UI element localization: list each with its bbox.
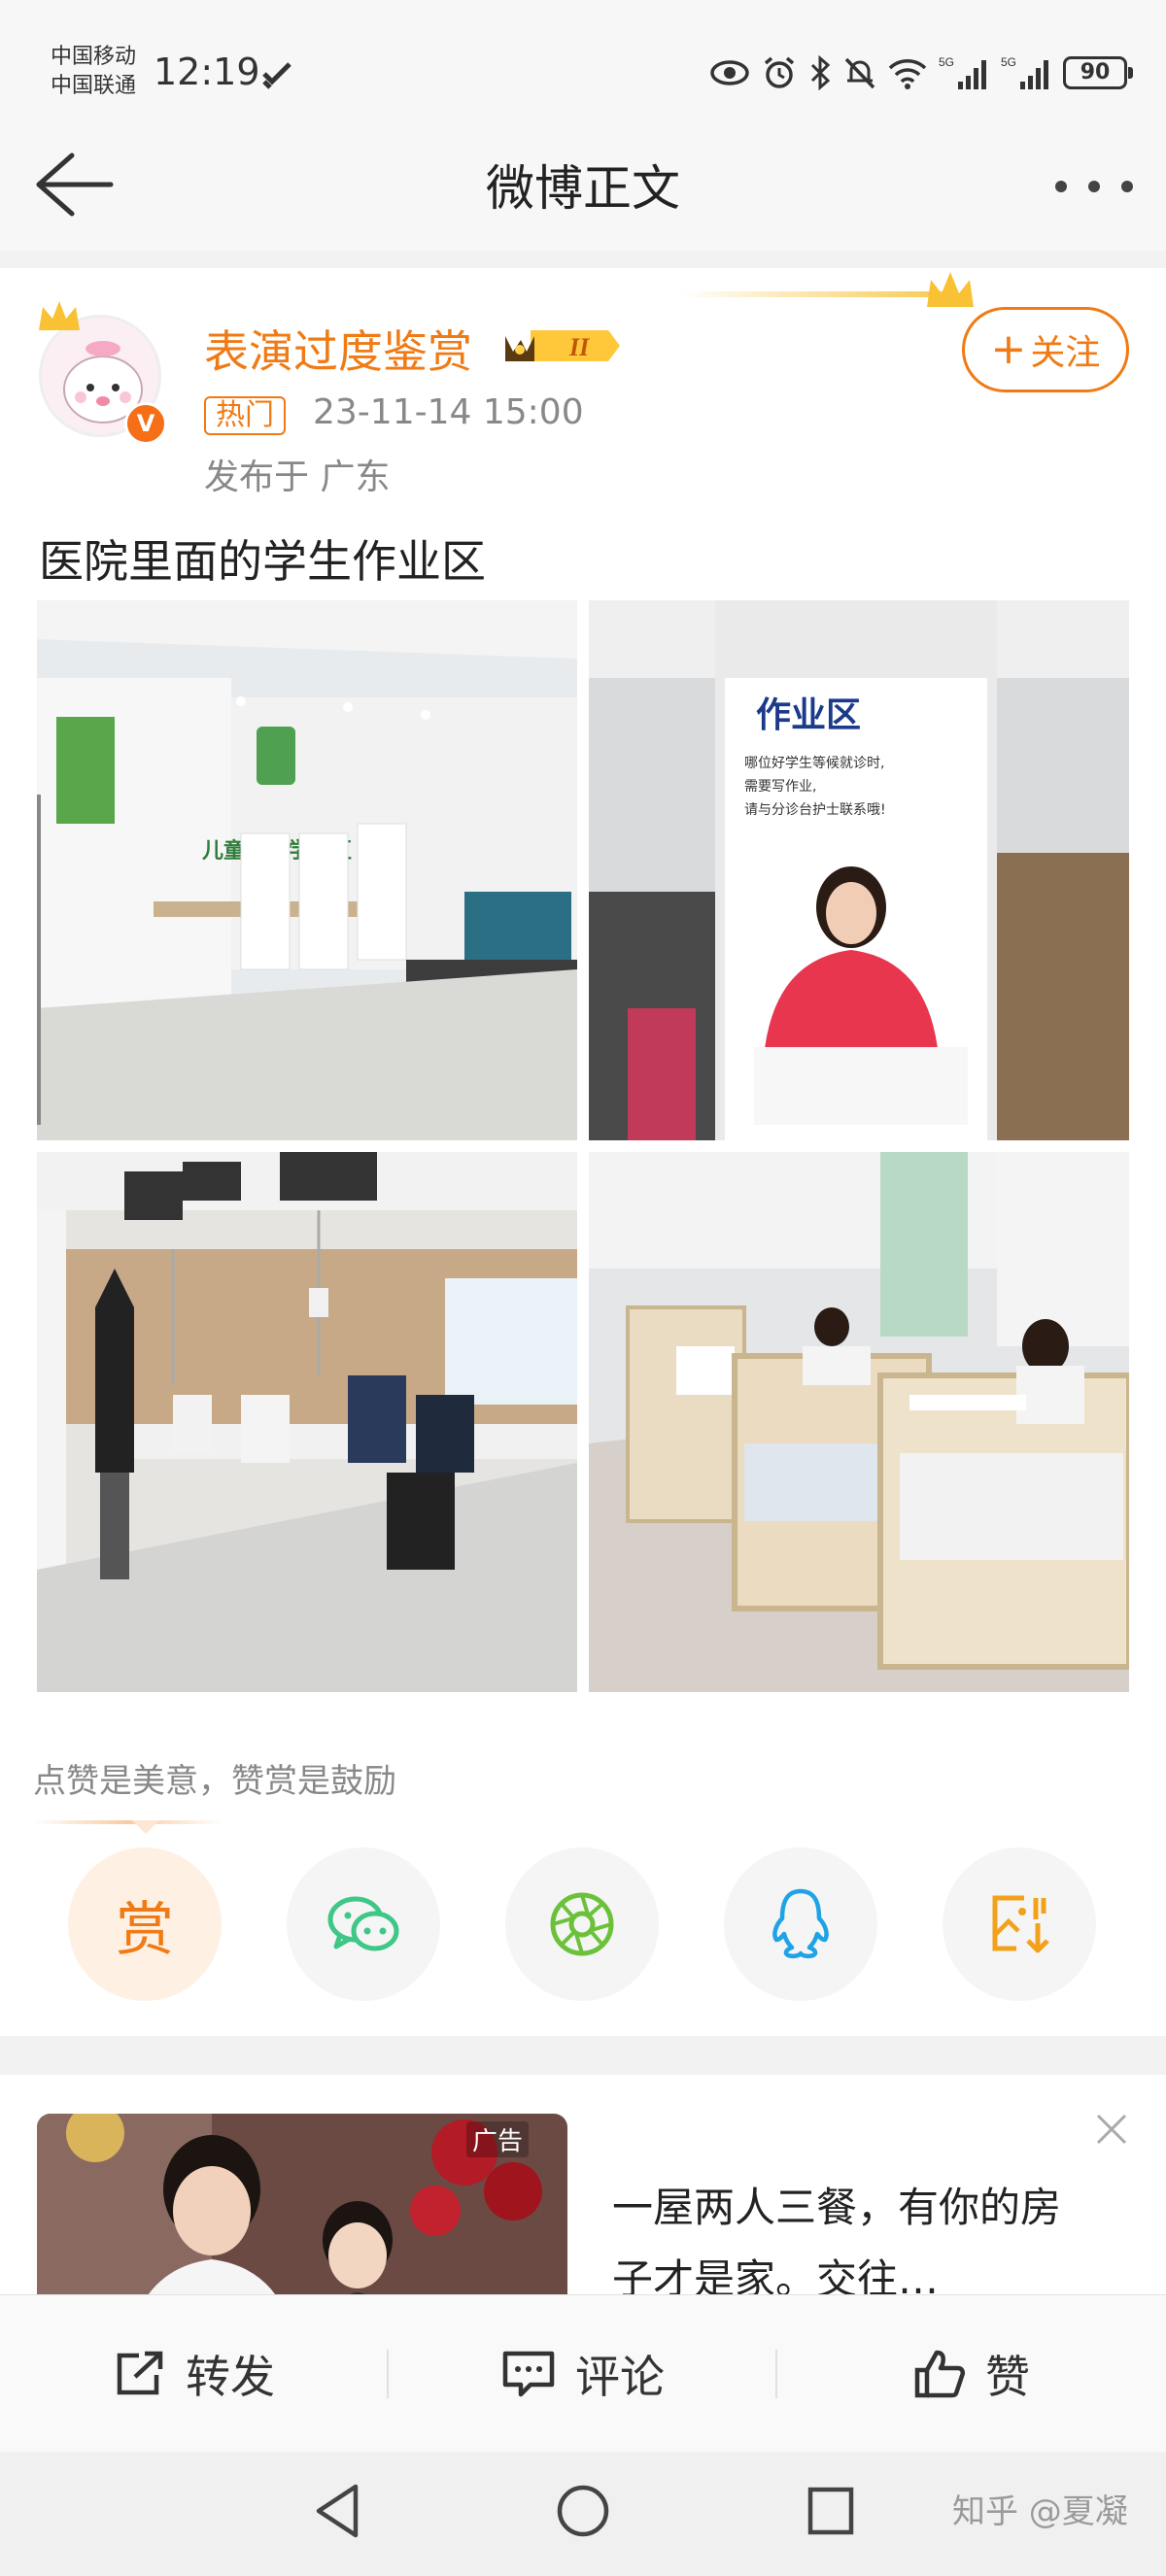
avatar[interactable]: V [35, 297, 171, 445]
username[interactable]: 表演过度鉴赏 [204, 317, 472, 381]
follow-button[interactable]: + 关注 [962, 307, 1129, 392]
repost-label: 转发 [186, 2351, 275, 2403]
encourage-pointer [132, 1820, 159, 1834]
mute-icon [844, 57, 875, 89]
page-title: 微博正文 [486, 160, 680, 217]
status-bar: 中国移动 中国联通 12:19 5G 5G 90 [0, 0, 1166, 146]
share-row: 赏 [68, 1847, 1098, 2003]
recents-square-icon[interactable] [805, 2481, 857, 2541]
comment-button[interactable]: 评论 [389, 2295, 777, 2453]
photo-grid: 儿童输液学习区 作业区 哪位好学生等候就 [37, 600, 1129, 1692]
status-icons: 5G 5G 90 [709, 54, 1133, 91]
post-photo[interactable] [589, 1152, 1129, 1692]
carrier-labels: 中国移动 中国联通 [51, 43, 136, 101]
carrier-1: 中国移动 [51, 45, 137, 69]
share-moments-button[interactable] [505, 1847, 659, 2001]
share-qq-button[interactable] [724, 1847, 877, 2001]
share-wechat-button[interactable] [287, 1847, 440, 2001]
post-photo[interactable]: 儿童输液学习区 [37, 600, 577, 1140]
encourage-underline [33, 1820, 223, 1824]
vip-badge-icon: II [505, 330, 620, 361]
plus-icon: + [990, 324, 1027, 374]
watermark: 知乎 @夏凝 [952, 2492, 1128, 2531]
crown-icon [39, 301, 80, 330]
post-text: 医院里面的学生作业区 [39, 535, 486, 588]
home-circle-icon[interactable] [556, 2481, 610, 2541]
post-location: 发布于 广东 [204, 458, 391, 497]
ad-card[interactable]: 广告 一屋两人三餐，有你的房子才是家。交往… [0, 2075, 1166, 2318]
post-photo[interactable]: 作业区 哪位好学生等候就诊时, 需要写作业, 请与分诊台护士联系哦! [589, 600, 1129, 1140]
vip-level: II [568, 333, 590, 361]
follow-label: 关注 [1030, 333, 1101, 373]
like-button[interactable]: 赞 [777, 2295, 1166, 2453]
poster-line-1: 哪位好学生等候就诊时, [744, 755, 884, 771]
comment-icon [502, 2351, 555, 2397]
battery-icon: 90 [1063, 56, 1133, 89]
reward-button[interactable]: 赏 [68, 1847, 222, 2001]
like-label: 赞 [985, 2351, 1030, 2403]
bluetooth-icon [810, 55, 831, 90]
carrier-2: 中国联通 [51, 74, 137, 98]
post-card: V 表演过度鉴赏 II 热门 23-11-14 15:00 发布于 广东 + 关… [0, 268, 1166, 2036]
system-nav-bar: 知乎 @夏凝 [0, 2452, 1166, 2576]
back-triangle-icon[interactable] [311, 2481, 363, 2541]
reward-label: 赏 [116, 1895, 174, 1964]
repost-icon [117, 2351, 163, 2395]
poster-title: 作业区 [756, 695, 861, 735]
like-icon [914, 2350, 966, 2398]
moments-icon [550, 1892, 614, 1956]
wifi-icon [888, 59, 927, 89]
post-time: 23-11-14 15:00 [313, 392, 584, 432]
decoration-line [680, 291, 952, 297]
encourage-text: 点赞是美意，赞赏是鼓励 [33, 1762, 396, 1801]
eye-icon [710, 60, 749, 85]
save-image-icon [992, 1895, 1049, 1953]
hd-voice-icon [262, 62, 292, 89]
close-icon[interactable] [1092, 2110, 1131, 2149]
verified-badge: V [124, 402, 167, 445]
alarm-icon [764, 56, 795, 88]
poster-line-2: 需要写作业, [744, 779, 816, 795]
save-image-button[interactable] [943, 1847, 1096, 2001]
signal-label-1: 5G [939, 55, 954, 69]
more-dots-icon[interactable] [1055, 167, 1133, 206]
signal-icon: 5G [1001, 55, 1048, 89]
qq-icon [772, 1888, 829, 1959]
poster-line-3: 请与分诊台护士联系哦! [744, 802, 886, 818]
clock: 12:19 [154, 51, 260, 93]
comment-label: 评论 [575, 2351, 665, 2403]
signal-icon: 5G [939, 55, 986, 89]
action-bar: 转发 评论 赞 [0, 2294, 1166, 2452]
nav-bar: 微博正文 [0, 126, 1166, 251]
hot-tag: 热门 [204, 396, 286, 435]
signal-label-2: 5G [1001, 55, 1016, 69]
crown-icon [927, 272, 974, 307]
repost-button[interactable]: 转发 [0, 2295, 389, 2453]
ad-tag: 广告 [466, 2121, 530, 2157]
post-photo[interactable] [37, 1152, 577, 1692]
wechat-icon [327, 1896, 399, 1951]
